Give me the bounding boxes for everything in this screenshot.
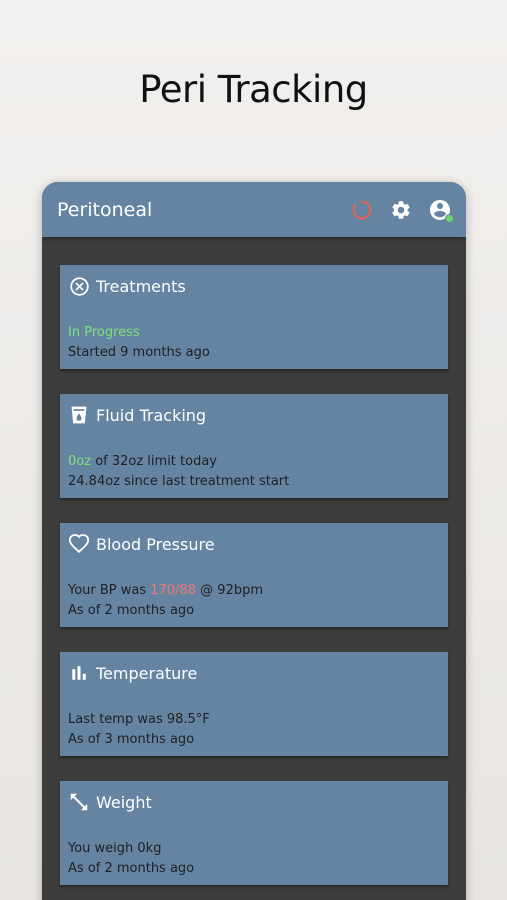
bp-reading-line: Your BP was 170/88 @ 92bpm: [68, 581, 263, 601]
app-bar-actions: [350, 198, 454, 223]
blood-pressure-title: Blood Pressure: [96, 534, 215, 554]
treatment-started: Started 9 months ago: [68, 345, 210, 360]
expand-diagonal-icon: [68, 791, 90, 813]
app-title: Peritoneal: [57, 198, 153, 221]
temperature-timestamp: As of 3 months ago: [68, 732, 195, 747]
temperature-reading: Last temp was 98.5°F: [68, 712, 210, 727]
bp-timestamp: As of 2 months ago: [68, 603, 195, 618]
fluid-since-treatment: 24.84oz since last treatment start: [68, 474, 290, 489]
hero-title: Peri Tracking: [139, 68, 368, 111]
temperature-card[interactable]: Temperature Last temp was 98.5°F As of 3…: [60, 652, 448, 756]
close-circle-icon: [68, 275, 90, 297]
heart-icon: [68, 533, 90, 555]
loading-spinner-icon[interactable]: [350, 198, 374, 222]
app-window: Peritoneal Treatments In Progress Starte…: [42, 182, 466, 900]
blood-pressure-card[interactable]: Blood Pressure Your BP was 170/88 @ 92bp…: [60, 523, 448, 627]
fluid-tracking-card[interactable]: Fluid Tracking 0oz of 32oz limit today 2…: [60, 394, 448, 498]
bar-chart-icon: [68, 662, 90, 684]
fluid-tracking-title: Fluid Tracking: [96, 405, 207, 425]
bp-suffix: @ 92bpm: [196, 583, 264, 598]
temperature-title: Temperature: [96, 663, 198, 683]
bp-prefix: Your BP was: [68, 583, 151, 598]
fluid-amount: 0oz: [68, 454, 92, 469]
weight-card[interactable]: Weight You weigh 0kg As of 2 months ago: [60, 781, 448, 885]
weight-reading: You weigh 0kg: [68, 841, 162, 856]
cup-icon: [68, 404, 90, 426]
card-list: Treatments In Progress Started 9 months …: [42, 237, 466, 885]
online-status-dot: [445, 213, 454, 223]
weight-timestamp: As of 2 months ago: [68, 861, 195, 876]
treatments-card[interactable]: Treatments In Progress Started 9 months …: [60, 265, 448, 369]
weight-title: Weight: [96, 792, 152, 812]
fluid-limit-text: of 32oz limit today: [91, 454, 217, 469]
app-bar: Peritoneal: [42, 182, 466, 237]
account-circle-icon[interactable]: [428, 198, 454, 223]
bp-value: 170/88: [150, 583, 197, 598]
treatments-title: Treatments: [96, 276, 186, 296]
treatment-status: In Progress: [68, 325, 140, 340]
gear-icon[interactable]: [389, 198, 413, 222]
fluid-today-line: 0oz of 32oz limit today: [68, 452, 289, 472]
